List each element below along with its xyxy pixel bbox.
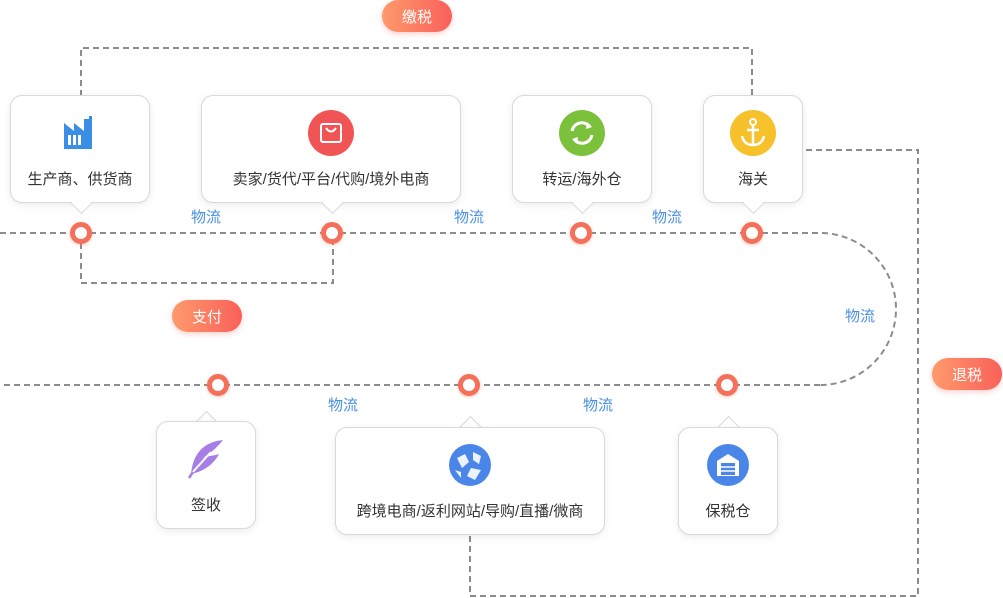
producer-card: 生产商、供货商: [10, 95, 150, 203]
shopping-bag-icon: [308, 109, 354, 156]
flow-label: 物流: [454, 209, 485, 226]
customs-node: [741, 222, 763, 244]
warehouse-icon: [705, 442, 751, 488]
transit-card: 转运/海外仓: [512, 95, 652, 203]
feather-pen-icon: [183, 436, 229, 482]
factory-icon: [57, 110, 103, 156]
crossborder-node: [458, 374, 480, 396]
flow-label: 物流: [583, 397, 614, 414]
payment-badge: 支付: [172, 300, 242, 332]
flow-label: 物流: [328, 397, 359, 414]
receive-node: [207, 374, 229, 396]
flow-label: 物流: [191, 209, 222, 226]
seller-card: 卖家/货代/平台/代购/境外电商: [201, 95, 461, 203]
payment-loop-line: [80, 233, 334, 284]
crossborder-card: 跨境电商/返利网站/导购/直播/微商: [335, 427, 605, 535]
seller-label: 卖家/货代/平台/代购/境外电商: [232, 170, 430, 188]
producer-node: [70, 222, 92, 244]
seller-node: [321, 222, 343, 244]
globe-icon: [447, 442, 493, 488]
receive-card: 签收: [156, 421, 256, 529]
recycle-arrows-icon: [559, 109, 605, 156]
transit-label: 转运/海外仓: [542, 170, 622, 188]
tax-refund-badge: 退税: [932, 358, 1002, 390]
flow-label: 物流: [652, 209, 683, 226]
flow-label: 物流: [845, 308, 876, 325]
crossborder-label: 跨境电商/返利网站/导购/直播/微商: [356, 502, 584, 520]
customs-label: 海关: [737, 170, 768, 188]
tax-pay-badge: 缴税: [382, 0, 452, 32]
transit-node: [570, 222, 592, 244]
bonded-card: 保税仓: [678, 427, 778, 535]
receive-label: 签收: [190, 496, 221, 514]
tax-loop-line: [80, 47, 753, 96]
producer-label: 生产商、供货商: [27, 170, 133, 188]
customs-card: 海关: [703, 95, 803, 203]
bonded-label: 保税仓: [705, 502, 751, 520]
anchor-icon: [730, 109, 776, 156]
bonded-node: [716, 374, 738, 396]
